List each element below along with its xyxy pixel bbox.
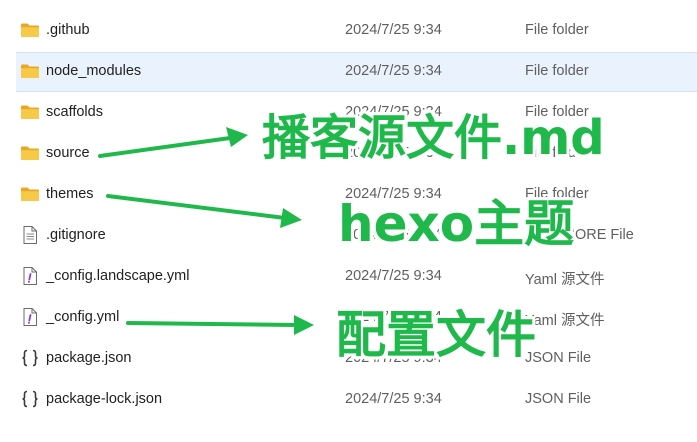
file-name[interactable]: themes	[46, 186, 94, 202]
text-file-icon	[20, 225, 40, 245]
file-name[interactable]: .github	[46, 22, 90, 38]
annotation-config-label: 配置文件	[336, 306, 536, 364]
file-name[interactable]: package.json	[46, 350, 131, 366]
yaml-file-icon	[20, 307, 40, 327]
annotation-source-label: 播客源文件.md	[262, 110, 605, 166]
folder-icon	[20, 184, 40, 204]
file-type: Yaml 源文件	[525, 272, 605, 288]
file-explorer-window: .github 2024/7/25 9:34 File folder node_mod…	[0, 0, 697, 442]
file-type: File folder	[525, 22, 589, 38]
folder-icon	[20, 102, 40, 122]
file-type: File folder	[525, 63, 589, 79]
file-date-modified: 2024/7/25 9:34	[345, 22, 442, 38]
file-name[interactable]: _config.landscape.yml	[46, 268, 189, 284]
file-row[interactable]: .github 2024/7/25 9:34 File folder	[0, 10, 697, 51]
file-type: JSON File	[525, 391, 592, 407]
file-name[interactable]: node_modules	[46, 63, 141, 79]
file-row[interactable]: package-lock.json 2024/7/25 9:34 JSON File	[0, 379, 697, 420]
annotation-themes-label: hexo主题	[338, 195, 575, 253]
file-name[interactable]: package-lock.json	[46, 391, 162, 407]
file-name[interactable]: .gitignore	[46, 227, 106, 243]
file-row[interactable]: node_modules 2024/7/25 9:34 File folder	[0, 51, 697, 92]
file-row[interactable]: _config.landscape.yml 2024/7/25 9:34 Yaml …	[0, 256, 697, 297]
folder-icon	[20, 61, 40, 81]
json-file-icon	[20, 348, 40, 368]
file-name[interactable]: _config.yml	[46, 309, 119, 325]
file-name[interactable]: scaffolds	[46, 104, 103, 120]
folder-icon	[20, 20, 40, 40]
file-type: Yaml 源文件	[525, 313, 605, 329]
json-file-icon	[20, 389, 40, 409]
file-date-modified: 2024/7/25 9:34	[345, 391, 442, 407]
file-date-modified: 2024/7/25 9:34	[345, 268, 442, 284]
yaml-file-icon	[20, 266, 40, 286]
folder-icon	[20, 143, 40, 163]
file-name[interactable]: source	[46, 145, 90, 161]
file-date-modified: 2024/7/25 9:34	[345, 63, 442, 79]
